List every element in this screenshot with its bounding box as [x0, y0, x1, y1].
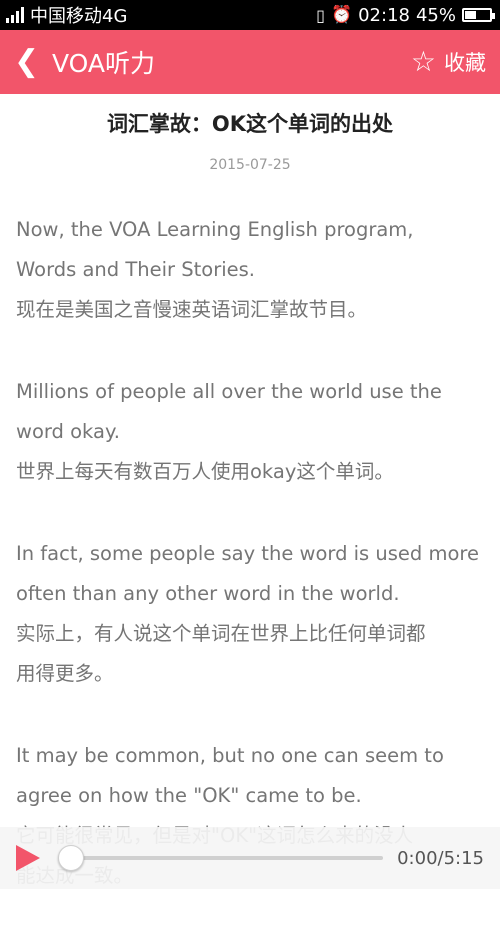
english-line: Words and Their Stories.: [16, 258, 256, 281]
paragraph: Millions of people all over the world us…: [16, 372, 486, 492]
english-line: agree on how the "OK" came to be.: [16, 784, 362, 807]
english-line: Millions of people all over the world us…: [16, 380, 442, 403]
carrier-label: 中国移动4G: [30, 6, 128, 27]
chinese-line: 世界上每天有数百万人使用okay这个单词。: [16, 460, 394, 483]
back-icon[interactable]: ❮: [14, 47, 48, 77]
english-line: often than any other word in the world.: [16, 582, 400, 605]
progress-track[interactable]: [58, 845, 384, 871]
app-header: ❮ VOA听力 ☆ 收藏: [0, 30, 500, 94]
status-left: 中国移动4G: [6, 2, 127, 28]
english-line: In fact, some people say the word is use…: [16, 542, 480, 565]
english-line: Now, the VOA Learning English program,: [16, 218, 414, 241]
english-line: It may be common, but no one can seem to: [16, 744, 444, 767]
chinese-line: 现在是美国之音慢速英语词汇掌故节目。: [16, 298, 368, 321]
clock: 02:18: [358, 4, 410, 26]
header-title: VOA听力: [52, 49, 156, 78]
article-date: 2015-07-25: [209, 157, 291, 173]
alarm-icon: ⏰: [330, 5, 353, 25]
battery-icon: [462, 8, 495, 22]
chinese-line: 实际上，有人说这个单词在世界上比任何单词都: [16, 622, 426, 645]
paragraph: Now, the VOA Learning English program, W…: [16, 210, 486, 330]
status-bar: 中国移动4G ▯ ⏰ 02:18 45%: [0, 0, 500, 30]
status-right: ▯ ⏰ 02:18 45%: [316, 4, 495, 26]
paragraph: In fact, some people say the word is use…: [16, 534, 486, 694]
favorite-button[interactable]: ☆ 收藏: [411, 47, 486, 77]
progress-knob[interactable]: [58, 845, 84, 871]
audio-player: 0:00/5:15: [0, 827, 500, 889]
article-title: 词汇掌故：OK这个单词的出处: [106, 112, 394, 136]
play-icon[interactable]: [16, 845, 40, 871]
playback-time: 0:00/5:15: [397, 847, 484, 869]
chinese-line: 用得更多。: [16, 662, 114, 685]
star-icon: ☆: [410, 45, 436, 78]
vibrate-icon: ▯: [316, 5, 325, 25]
battery-percent: 45%: [415, 4, 456, 26]
english-line: word okay.: [16, 420, 120, 443]
signal-icon: [6, 7, 24, 23]
favorite-label: 收藏: [444, 51, 486, 75]
